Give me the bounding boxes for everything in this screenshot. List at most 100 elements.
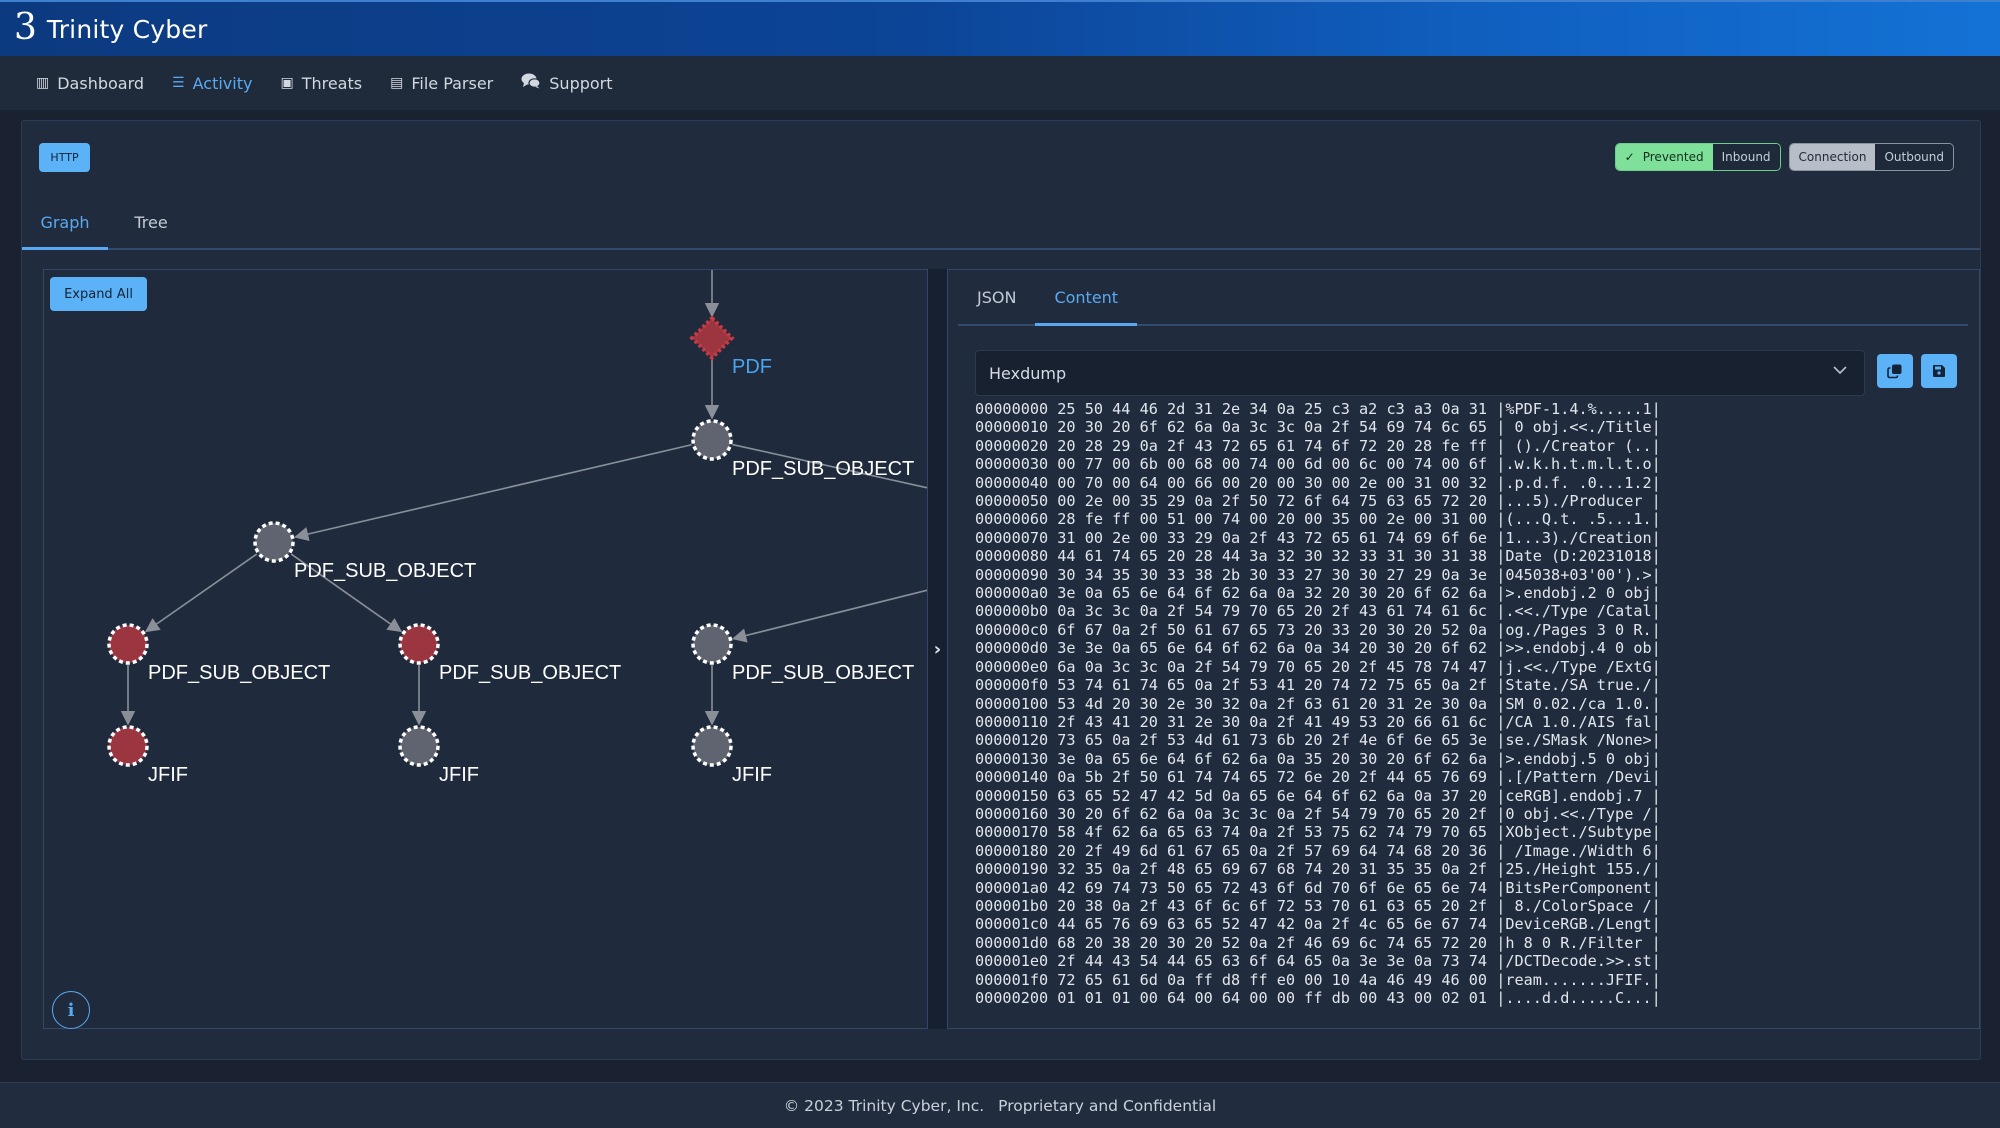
tab-graph[interactable]: Graph <box>22 196 108 250</box>
prevented-label: Prevented <box>1642 150 1704 164</box>
hexdump-line: 000001b0 20 38 0a 2f 43 6f 6c 6f 72 53 7… <box>975 896 1661 915</box>
copyright-text: © 2023 Trinity Cyber, Inc. <box>783 1096 985 1115</box>
chevron-right-icon: › <box>933 638 942 660</box>
circle-node-shape <box>107 725 149 767</box>
hexdump-line: 000000d0 3e 3e 0a 65 6e 64 6f 62 6a 0a 3… <box>975 639 1661 658</box>
tab-json[interactable]: JSON <box>958 270 1035 324</box>
graph-edge <box>731 589 928 643</box>
hexdump-line: 00000160 30 20 6f 62 6a 0a 3c 3c 0a 2f 5… <box>975 804 1661 823</box>
direction-badge: Inbound <box>1712 144 1780 170</box>
hexdump-line: 00000110 2f 43 41 20 31 2e 30 0a 2f 41 4… <box>975 712 1661 731</box>
prevented-badge: ✓ Prevented <box>1615 144 1713 170</box>
hexdump-line: 000000f0 53 74 61 74 65 0a 2f 53 41 20 7… <box>975 676 1661 695</box>
protocol-badge: HTTP <box>39 143 90 172</box>
content-format-select[interactable]: Hexdump <box>975 350 1865 396</box>
graph-node-label: JFIF <box>732 764 772 786</box>
nav-label: Threats <box>301 73 363 93</box>
hexdump-line: 000001f0 72 65 61 6d 0a ff d8 ff e0 00 1… <box>975 970 1661 989</box>
graph-node[interactable]: PDF_SUB_OBJECT <box>691 623 914 684</box>
panel-collapse-toggle[interactable]: › <box>927 269 948 1029</box>
id-badge-icon: ▣ <box>280 75 294 91</box>
hexdump-line: 00000180 20 2f 49 6d 61 67 65 0a 2f 57 6… <box>975 841 1661 860</box>
nav-item-threats[interactable]: ▣ Threats <box>280 74 362 93</box>
detail-tabs: JSON Content <box>958 270 1968 326</box>
graph-node[interactable]: JFIF <box>398 725 479 786</box>
save-button[interactable] <box>1921 354 1957 388</box>
circle-node-shape <box>691 725 733 767</box>
hexdump-line: 000001e0 2f 44 43 54 44 65 63 6f 64 65 0… <box>975 952 1661 971</box>
nav-item-file-parser[interactable]: ▤ File Parser <box>390 74 493 93</box>
event-status-badges: ✓ Prevented Inbound Connection Outbound <box>1614 143 1954 171</box>
graph-node-label: JFIF <box>439 764 479 786</box>
graph-node[interactable]: PDF_SUB_OBJECT <box>691 419 914 480</box>
hexdump-line: 00000050 00 2e 00 35 29 0a 2f 50 72 6f 6… <box>975 492 1661 511</box>
circle-node-shape <box>398 725 440 767</box>
hexdump-line: 000001d0 68 20 38 20 30 20 52 0a 2f 46 6… <box>975 933 1661 952</box>
diamond-node-shape <box>689 315 735 361</box>
hexdump-content: 00000000 25 50 44 46 2d 31 2e 34 0a 25 c… <box>975 400 1945 1007</box>
hexdump-line: 000000c0 6f 67 0a 2f 50 61 67 65 73 20 3… <box>975 620 1661 639</box>
chevron-down-icon <box>1832 362 1848 382</box>
graph-node-label: JFIF <box>148 764 188 786</box>
nav-item-support[interactable]: Support <box>521 73 613 93</box>
graph-node-label: PDF_SUB_OBJECT <box>148 662 330 684</box>
graph-node[interactable]: PDF_SUB_OBJECT <box>107 623 330 684</box>
event-detail-card: HTTP ✓ Prevented Inbound Connection Outb… <box>21 120 1981 1060</box>
graph-canvas[interactable]: PDF PDF_SUB_OBJECT PDF_SUB_OBJECT PDF_SUB_O… <box>43 269 928 1029</box>
circle-node-shape <box>107 623 149 665</box>
expand-all-button[interactable]: Expand All <box>50 277 147 311</box>
hexdump-line: 00000090 30 34 35 30 33 38 2b 30 33 27 3… <box>975 565 1661 584</box>
brand-name[interactable]: Trinity Cyber <box>47 15 208 44</box>
circle-node-shape <box>398 623 440 665</box>
graph-node[interactable]: JFIF <box>107 725 188 786</box>
graph-node-label: PDF_SUB_OBJECT <box>732 458 914 480</box>
graph-node-label: PDF <box>732 356 772 378</box>
hexdump-line: 000000b0 0a 3c 3c 0a 2f 54 79 70 65 20 2… <box>975 602 1661 621</box>
tab-tree[interactable]: Tree <box>108 196 194 248</box>
copy-button[interactable] <box>1877 354 1913 388</box>
outbound-badge: Outbound <box>1875 144 1953 170</box>
flow-badge-group: Connection Outbound <box>1788 143 1954 171</box>
graph-node[interactable]: JFIF <box>691 725 772 786</box>
info-icon[interactable]: i <box>52 991 90 1029</box>
graph-node[interactable]: PDF_SUB_OBJECT <box>398 623 621 684</box>
nav-label: File Parser <box>411 73 494 93</box>
graph-node[interactable]: PDF_SUB_OBJECT <box>253 521 476 582</box>
disposition-badge-group: ✓ Prevented Inbound <box>1614 143 1781 171</box>
nav-item-activity[interactable]: ☰ Activity <box>172 74 252 93</box>
graph-node-root[interactable]: PDF <box>689 315 772 378</box>
tab-content[interactable]: Content <box>1035 270 1137 326</box>
nav-item-dashboard[interactable]: ▥ Dashboard <box>36 74 144 93</box>
comments-icon <box>521 73 541 93</box>
format-select-value: Hexdump <box>989 363 1067 383</box>
hexdump-line: 00000060 28 fe ff 00 51 00 74 00 20 00 3… <box>975 510 1661 529</box>
list-icon: ☰ <box>172 75 185 91</box>
copy-icon <box>1887 364 1902 379</box>
hexdump-line: 00000150 63 65 52 47 42 5d 0a 65 6e 64 6… <box>975 786 1661 805</box>
confidential-notice: Proprietary and Confidential <box>998 1096 1217 1115</box>
nav-label: Dashboard <box>57 73 145 93</box>
save-icon <box>1933 365 1945 377</box>
trinity-logo-icon: 3 <box>14 7 37 48</box>
footer: © 2023 Trinity Cyber, Inc. Proprietary a… <box>0 1082 2000 1128</box>
hexdump-line: 00000030 00 77 00 6b 00 68 00 74 00 6d 0… <box>975 455 1661 474</box>
nav-label: Support <box>549 73 613 93</box>
hexdump-line: 00000140 0a 5b 2f 50 61 74 74 65 72 6e 2… <box>975 768 1661 787</box>
hexdump-line: 000001a0 42 69 74 73 50 65 72 43 6f 6d 7… <box>975 878 1661 897</box>
main-nav: ▥ Dashboard ☰ Activity ▣ Threats ▤ File … <box>0 56 2000 110</box>
hexdump-line: 000000e0 6a 0a 3c 3c 0a 2f 54 79 70 65 2… <box>975 657 1661 676</box>
hexdump-line: 00000130 3e 0a 65 6e 64 6f 62 6a 0a 35 2… <box>975 749 1661 768</box>
graph-node-label: PDF_SUB_OBJECT <box>439 662 621 684</box>
nav-label: Activity <box>192 73 253 93</box>
hexdump-line: 00000170 58 4f 62 6a 65 63 74 0a 2f 53 7… <box>975 823 1661 842</box>
hexdump-line: 00000040 00 70 00 64 00 66 00 20 00 30 0… <box>975 473 1661 492</box>
hexdump-line: 000001c0 44 65 76 69 63 65 52 47 42 0a 2… <box>975 915 1661 934</box>
graph-svg: PDF PDF_SUB_OBJECT PDF_SUB_OBJECT PDF_SUB_O… <box>107 270 928 786</box>
graph-node-label: PDF_SUB_OBJECT <box>732 662 914 684</box>
hexdump-line: 00000200 01 01 01 00 64 00 64 00 00 ff d… <box>975 989 1661 1007</box>
hexdump-line: 00000000 25 50 44 46 2d 31 2e 34 0a 25 c… <box>975 400 1661 418</box>
graph-node-label: PDF_SUB_OBJECT <box>294 560 476 582</box>
circle-node-shape <box>691 419 733 461</box>
hexdump-line: 00000080 44 61 74 65 20 28 44 3a 32 30 3… <box>975 547 1661 566</box>
hexdump-line: 00000070 31 00 2e 00 33 29 0a 2f 43 72 6… <box>975 528 1661 547</box>
